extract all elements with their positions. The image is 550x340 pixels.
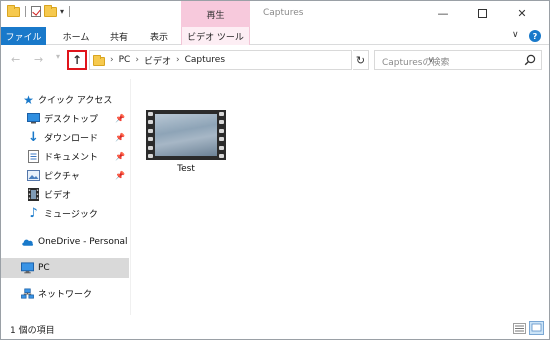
breadcrumb-pc[interactable]: PC xyxy=(119,55,131,65)
sidebar-item-label: ビデオ xyxy=(44,191,72,201)
up-button[interactable]: ↑ xyxy=(67,50,87,70)
refresh-icon: ↻ xyxy=(355,53,366,67)
maximize-icon xyxy=(477,8,487,18)
forward-button[interactable]: → xyxy=(34,53,43,66)
desktop-icon xyxy=(27,112,40,125)
folder-icon xyxy=(93,54,105,66)
video-icon xyxy=(27,188,40,201)
sidebar-item-label: OneDrive - Personal xyxy=(38,236,128,247)
minimize-button[interactable]: — xyxy=(425,1,461,25)
refresh-button[interactable]: ↻ xyxy=(353,50,369,70)
pin-icon[interactable]: 📌 xyxy=(115,152,125,161)
sidebar-item-label: デスクトップ xyxy=(44,115,99,125)
close-button[interactable]: ✕ xyxy=(504,1,540,25)
tiles-icon xyxy=(531,323,542,332)
file-item[interactable]: Test xyxy=(146,104,226,179)
title-bar: ▾ 再生 Captures — ✕ xyxy=(1,1,549,27)
network-icon xyxy=(21,287,34,300)
properties-icon[interactable] xyxy=(31,6,41,17)
status-bar: 1 個の項目 xyxy=(1,317,549,339)
expand-ribbon-icon[interactable]: ∨ xyxy=(512,30,519,40)
sidebar-item-label: ピクチャ xyxy=(44,172,80,182)
sidebar-item-quick-access[interactable]: ★ クイック アクセス xyxy=(1,90,129,109)
search-placeholder: Capturesの検索 xyxy=(382,58,450,68)
sidebar-item-pc[interactable]: PC xyxy=(1,258,129,278)
cloud-icon xyxy=(21,235,34,248)
music-icon: ♪ xyxy=(29,206,38,221)
search-icon[interactable] xyxy=(523,53,537,67)
pin-icon[interactable]: 📌 xyxy=(115,171,125,180)
folder-icon xyxy=(7,4,20,17)
search-input[interactable]: Capturesの検索 xyxy=(374,50,542,70)
tab-home[interactable]: ホーム xyxy=(56,27,96,45)
document-icon xyxy=(27,150,40,163)
window-title: Captures xyxy=(263,8,304,18)
sidebar-item-onedrive[interactable]: OneDrive - Personal xyxy=(1,232,129,251)
file-list: Test xyxy=(132,79,549,315)
sidebar-item-desktop[interactable]: デスクトップ 📌 xyxy=(1,109,129,128)
breadcrumb-separator[interactable]: › xyxy=(110,55,114,65)
address-bar[interactable]: › PC › ビデオ › Captures ∨ xyxy=(89,50,434,70)
download-icon: ↓ xyxy=(28,130,39,145)
sidebar-item-label: クイック アクセス xyxy=(38,96,113,106)
breadcrumb-separator[interactable]: › xyxy=(176,55,180,65)
explorer-window: ▾ 再生 Captures — ✕ ファイル ホーム 共有 表示 ビデオ ツール… xyxy=(0,0,550,340)
thumbnail-image xyxy=(155,114,217,156)
breadcrumb-separator[interactable]: › xyxy=(135,55,139,65)
sidebar-item-music[interactable]: ♪ ミュージック xyxy=(1,204,129,223)
tab-view[interactable]: 表示 xyxy=(141,27,177,45)
customize-toolbar-icon[interactable]: ▾ xyxy=(60,7,64,16)
sidebar-item-videos[interactable]: ビデオ xyxy=(1,185,129,204)
film-strip-icon xyxy=(148,112,153,158)
large-icons-view-icon[interactable] xyxy=(529,321,544,335)
sidebar-item-network[interactable]: ネットワーク xyxy=(1,284,129,303)
details-view-icon[interactable] xyxy=(513,323,526,334)
context-tab-header: 再生 xyxy=(181,1,250,27)
help-icon[interactable]: ? xyxy=(529,30,541,42)
tab-file[interactable]: ファイル xyxy=(1,27,46,45)
sidebar-item-label: PC xyxy=(38,263,50,273)
sidebar-item-label: ミュージック xyxy=(44,210,98,220)
star-icon: ★ xyxy=(23,92,34,107)
ribbon-tabs: ファイル ホーム 共有 表示 ビデオ ツール ∨ ? xyxy=(1,27,549,45)
tab-share[interactable]: 共有 xyxy=(101,27,137,45)
sidebar-item-downloads[interactable]: ↓ ダウンロード 📌 xyxy=(1,128,129,147)
pin-icon[interactable]: 📌 xyxy=(115,133,125,142)
maximize-button[interactable] xyxy=(464,1,500,25)
sidebar-item-label: ドキュメント xyxy=(44,153,99,163)
sidebar-item-label: ネットワーク xyxy=(38,290,93,300)
navigation-pane: ★ クイック アクセス デスクトップ 📌 ↓ ダウンロード 📌 ドキュメント 📌… xyxy=(1,79,131,315)
file-name: Test xyxy=(177,164,195,174)
toolbar-divider xyxy=(25,6,26,17)
picture-icon xyxy=(27,169,40,182)
pin-icon[interactable]: 📌 xyxy=(115,114,125,123)
navigation-bar: ← → ▾ ↑ › PC › ビデオ › Captures ∨ ↻ Captur… xyxy=(1,47,549,73)
item-count: 1 個の項目 xyxy=(10,326,55,336)
computer-icon xyxy=(21,262,34,275)
video-thumbnail xyxy=(146,110,226,160)
recent-locations-icon[interactable]: ▾ xyxy=(56,52,60,61)
up-arrow-icon: ↑ xyxy=(71,53,83,67)
back-button[interactable]: ← xyxy=(11,53,20,66)
breadcrumb-captures[interactable]: Captures xyxy=(185,55,225,65)
breadcrumb-videos[interactable]: ビデオ xyxy=(144,54,171,67)
sidebar-item-documents[interactable]: ドキュメント 📌 xyxy=(1,147,129,166)
sidebar-item-label: ダウンロード xyxy=(44,134,99,144)
new-folder-icon[interactable] xyxy=(44,4,57,17)
toolbar-divider xyxy=(69,6,71,17)
film-strip-icon xyxy=(219,112,224,158)
sidebar-item-pictures[interactable]: ピクチャ 📌 xyxy=(1,166,129,185)
quick-access-toolbar: ▾ xyxy=(7,4,72,17)
tab-video-tools[interactable]: ビデオ ツール xyxy=(181,27,250,45)
